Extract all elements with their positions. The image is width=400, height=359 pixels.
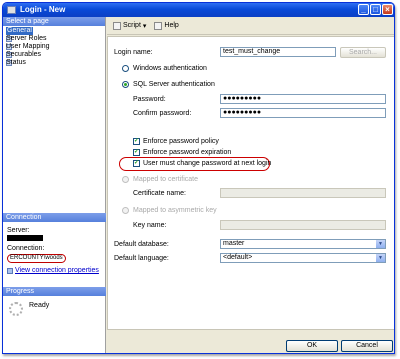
chevron-down-icon: ▾ bbox=[142, 22, 147, 30]
certificate-name-select[interactable] bbox=[220, 188, 386, 198]
certificate-name-label: Certificate name: bbox=[133, 190, 186, 197]
default-database-value: master bbox=[223, 240, 245, 247]
chevron-down-icon[interactable]: ▼ bbox=[376, 240, 385, 248]
script-icon bbox=[113, 21, 121, 30]
must-change-checkbox[interactable]: ✓ bbox=[133, 160, 140, 167]
select-page-header: Select a page bbox=[3, 17, 105, 26]
window-title: Login - New bbox=[20, 5, 66, 14]
default-database-label: Default database: bbox=[114, 241, 169, 248]
sql-auth-radio[interactable] bbox=[122, 81, 129, 88]
page-item-server-roles[interactable]: Server Roles bbox=[6, 35, 105, 43]
view-connection-properties-link[interactable]: View connection properties bbox=[15, 266, 99, 275]
progress-spinner-icon bbox=[9, 302, 23, 316]
login-name-input[interactable]: test_must_change bbox=[220, 47, 336, 57]
page-item-status[interactable]: Status bbox=[6, 59, 105, 67]
cancel-button[interactable]: Cancel bbox=[341, 340, 393, 352]
connection-section: Connection Server: Connection: ERCOUNTY\… bbox=[3, 213, 106, 275]
page-item-securables[interactable]: Securables bbox=[6, 51, 105, 59]
chevron-down-icon[interactable]: ▼ bbox=[376, 254, 385, 262]
search-button[interactable]: Search... bbox=[340, 47, 386, 58]
windows-auth-radio[interactable] bbox=[122, 65, 129, 72]
page-item-label: General bbox=[6, 27, 33, 35]
confirm-password-input[interactable]: ●●●●●●●●● bbox=[220, 108, 386, 118]
default-database-select[interactable]: master ▼ bbox=[220, 239, 386, 249]
login-name-label: Login name: bbox=[114, 49, 153, 56]
default-language-select[interactable]: <default> ▼ bbox=[220, 253, 386, 263]
server-label: Server: bbox=[7, 227, 30, 234]
login-new-dialog: Login - New _ □ × Select a page General … bbox=[2, 2, 395, 354]
enforce-policy-label: Enforce password policy bbox=[143, 138, 219, 145]
page-item-user-mapping[interactable]: User Mapping bbox=[6, 43, 105, 51]
mapped-asym-key-label: Mapped to asymmetric key bbox=[133, 207, 217, 214]
maximize-button[interactable]: □ bbox=[370, 4, 381, 15]
progress-header: Progress bbox=[3, 287, 106, 296]
page-item-general[interactable]: General bbox=[6, 27, 105, 35]
key-name-select[interactable] bbox=[220, 220, 386, 230]
script-button[interactable]: Script ▾ bbox=[113, 21, 147, 30]
windows-auth-label: Windows authentication bbox=[133, 65, 207, 72]
confirm-password-label: Confirm password: bbox=[133, 110, 192, 117]
close-button[interactable]: × bbox=[382, 4, 393, 15]
minimize-button[interactable]: _ bbox=[358, 4, 369, 15]
help-icon bbox=[154, 21, 163, 30]
sql-auth-label: SQL Server authentication bbox=[133, 81, 215, 88]
enforce-expiration-label: Enforce password expiration bbox=[143, 149, 232, 156]
must-change-label: User must change password at next login bbox=[143, 160, 272, 167]
page-list: General Server Roles User Mapping Secura… bbox=[3, 26, 105, 67]
properties-icon bbox=[7, 267, 13, 274]
password-label: Password: bbox=[133, 96, 166, 103]
mapped-certificate-label: Mapped to certificate bbox=[133, 176, 198, 183]
connection-header: Connection bbox=[3, 213, 106, 222]
enforce-expiration-checkbox[interactable]: ✓ bbox=[133, 149, 140, 156]
progress-section: Progress Ready bbox=[3, 287, 106, 316]
connection-value: ERCOUNTY\woods bbox=[7, 254, 66, 263]
toolbar: Script ▾ Help bbox=[107, 17, 394, 35]
page-item-label: Securables bbox=[6, 51, 42, 58]
password-input[interactable]: ●●●●●●●●● bbox=[220, 94, 386, 104]
default-language-value: <default> bbox=[223, 254, 253, 261]
login-icon bbox=[7, 6, 16, 14]
help-label: Help bbox=[164, 22, 179, 29]
page-item-label: Status bbox=[6, 59, 26, 66]
connection-label: Connection: bbox=[7, 245, 45, 252]
default-language-label: Default language: bbox=[114, 255, 169, 262]
page-item-label: Server Roles bbox=[6, 35, 47, 42]
left-pane: Select a page General Server Roles User … bbox=[3, 17, 106, 353]
page-item-label: User Mapping bbox=[6, 43, 50, 50]
redacted-server-name bbox=[7, 235, 43, 241]
ok-button[interactable]: OK bbox=[286, 340, 338, 352]
mapped-asym-key-radio[interactable] bbox=[122, 207, 129, 214]
key-name-label: Key name: bbox=[133, 222, 167, 229]
title-bar[interactable]: Login - New _ □ × bbox=[3, 3, 394, 17]
enforce-policy-checkbox[interactable]: ✓ bbox=[133, 138, 140, 145]
help-button[interactable]: Help bbox=[154, 21, 179, 30]
general-page: Login name: test_must_change Search... W… bbox=[107, 36, 394, 330]
progress-status: Ready bbox=[29, 302, 50, 309]
script-label: Script bbox=[123, 22, 141, 29]
mapped-certificate-radio[interactable] bbox=[122, 176, 129, 183]
